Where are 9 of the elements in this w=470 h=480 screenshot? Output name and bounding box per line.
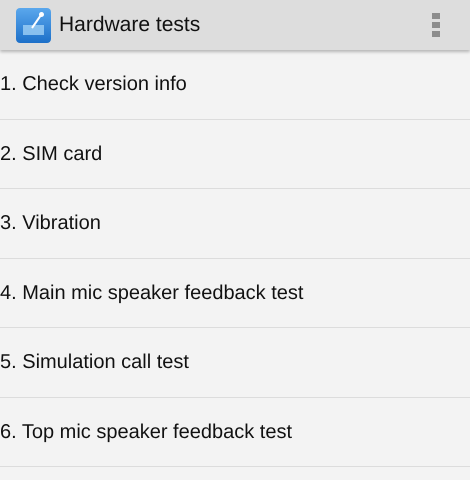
list-item[interactable]: 3. Vibration xyxy=(0,208,101,238)
app-title: Hardware tests xyxy=(59,12,200,38)
app-icon xyxy=(16,8,51,42)
list-item[interactable]: 5. Simulation call test xyxy=(0,347,189,378)
list-item[interactable]: 2. SIM card xyxy=(0,138,102,169)
overflow-menu-icon[interactable] xyxy=(432,13,440,37)
list-item[interactable]: 4. Main mic speaker feedback test xyxy=(0,278,304,308)
list-item[interactable]: 1. Check version info xyxy=(0,69,187,100)
list-item[interactable]: 6. Top mic speaker feedback test xyxy=(0,416,292,447)
